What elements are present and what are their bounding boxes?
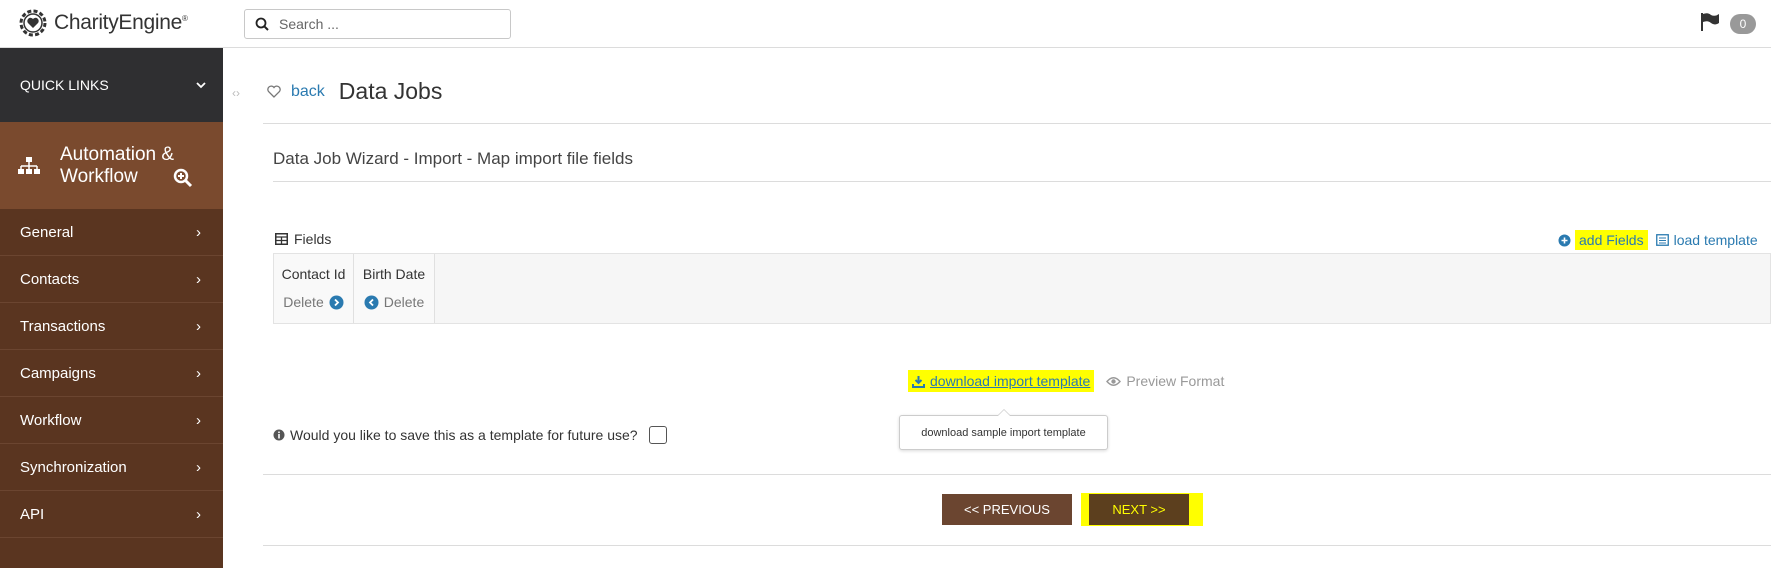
divider <box>273 181 1771 182</box>
previous-button[interactable]: << PREVIOUS <box>942 494 1072 525</box>
next-button[interactable]: NEXT >> <box>1089 494 1189 525</box>
fields-label: Fields <box>294 231 332 247</box>
brand-logo[interactable]: CharityEngine® <box>18 8 188 38</box>
sidebar-item-general[interactable]: General › <box>0 209 223 256</box>
zoom-in-icon[interactable] <box>173 168 193 188</box>
quick-links-label: QUICK LINKS <box>20 77 109 93</box>
brand-name: CharityEngine <box>54 11 183 34</box>
add-fields-button[interactable]: add Fields <box>1558 230 1648 250</box>
wizard-subtitle: Data Job Wizard - Import - Map import fi… <box>273 149 633 168</box>
chevron-right-icon: › <box>196 505 201 523</box>
eye-icon <box>1106 376 1122 386</box>
plus-circle-icon <box>1558 234 1571 246</box>
top-bar: CharityEngine® 0 <box>0 0 1771 48</box>
load-template-button[interactable]: load template <box>1655 232 1758 248</box>
chevron-right-icon: › <box>196 411 201 429</box>
chevron-right-icon: › <box>196 317 201 335</box>
save-template-question: Would you like to save this as a templat… <box>273 426 667 444</box>
field-column-name: Contact Id <box>281 266 346 282</box>
sidebar: QUICK LINKS Automation & Workflow Genera… <box>0 48 223 568</box>
page-header: back Data Jobs <box>267 78 442 105</box>
sidebar-item-transactions[interactable]: Transactions › <box>0 303 223 350</box>
sidebar-item-api[interactable]: API › <box>0 491 223 538</box>
save-template-checkbox[interactable] <box>648 426 667 444</box>
sidebar-item-workflow[interactable]: Workflow › <box>0 397 223 444</box>
download-tooltip: download sample import template <box>899 409 1108 450</box>
fields-heading: Fields <box>275 231 331 247</box>
section-header: Automation & Workflow <box>0 122 223 209</box>
download-template-link[interactable]: download import template <box>908 370 1095 392</box>
download-row: download import template Preview Format <box>908 370 1224 392</box>
search-box[interactable] <box>244 9 511 39</box>
field-actions: add Fields load template <box>1558 230 1758 250</box>
back-link[interactable]: back <box>291 83 325 101</box>
sitemap-icon <box>18 156 40 174</box>
field-column-contact-id: Contact Id Delete <box>274 254 354 323</box>
notification-badge[interactable]: 0 <box>1730 14 1756 34</box>
next-button-highlight: NEXT >> <box>1081 493 1203 526</box>
chevron-right-icon: › <box>196 364 201 382</box>
quick-links-toggle[interactable]: QUICK LINKS <box>0 48 223 122</box>
divider <box>263 123 1771 124</box>
sidebar-collapse-icon[interactable]: ‹› <box>232 86 240 100</box>
download-template-label: download import template <box>930 373 1091 389</box>
search-icon <box>255 17 269 31</box>
sidebar-item-campaigns[interactable]: Campaigns › <box>0 350 223 397</box>
preview-format-label: Preview Format <box>1126 373 1225 389</box>
table-icon <box>275 233 288 245</box>
field-column-birth-date: Birth Date Delete <box>354 254 435 323</box>
info-icon <box>273 429 285 441</box>
divider <box>263 474 1771 475</box>
chevron-down-icon <box>196 82 206 89</box>
chevron-right-icon: › <box>196 223 201 241</box>
move-left-icon[interactable] <box>364 295 379 310</box>
heart-gear-icon <box>19 9 47 37</box>
sidebar-item-label: General <box>20 223 74 241</box>
section-title-line1: Automation & <box>60 143 175 165</box>
fields-table: Contact Id Delete Birth Date Delete <box>273 253 1771 324</box>
sidebar-item-label: Workflow <box>20 411 82 429</box>
delete-field-button[interactable]: Delete <box>384 294 424 310</box>
move-right-icon[interactable] <box>329 295 344 310</box>
section-title-line2: Workflow <box>60 165 138 187</box>
chevron-right-icon: › <box>196 270 201 288</box>
save-template-label: Would you like to save this as a templat… <box>290 427 638 443</box>
heart-icon[interactable] <box>267 85 281 98</box>
divider <box>263 545 1771 546</box>
download-icon <box>912 375 925 388</box>
sidebar-item-contacts[interactable]: Contacts › <box>0 256 223 303</box>
search-input[interactable] <box>279 16 499 32</box>
page-title: Data Jobs <box>338 78 443 104</box>
sidebar-item-label: Campaigns <box>20 364 96 382</box>
sidebar-item-label: Transactions <box>20 317 106 335</box>
section-title: Automation & Workflow <box>60 144 174 188</box>
flag-icon[interactable] <box>1700 13 1720 31</box>
sidebar-item-label: Synchronization <box>20 458 127 476</box>
brand-trademark: ® <box>182 14 188 23</box>
load-template-label: load template <box>1673 232 1758 248</box>
sidebar-item-synchronization[interactable]: Synchronization › <box>0 444 223 491</box>
delete-field-button[interactable]: Delete <box>283 294 323 310</box>
add-fields-label: add Fields <box>1575 230 1648 250</box>
sidebar-item-label: Contacts <box>20 270 80 288</box>
chevron-right-icon: › <box>196 458 201 476</box>
list-icon <box>1655 234 1669 246</box>
preview-format-link[interactable]: Preview Format <box>1106 373 1224 389</box>
field-column-name: Birth Date <box>362 266 426 282</box>
sidebar-item-label: API <box>20 505 45 523</box>
